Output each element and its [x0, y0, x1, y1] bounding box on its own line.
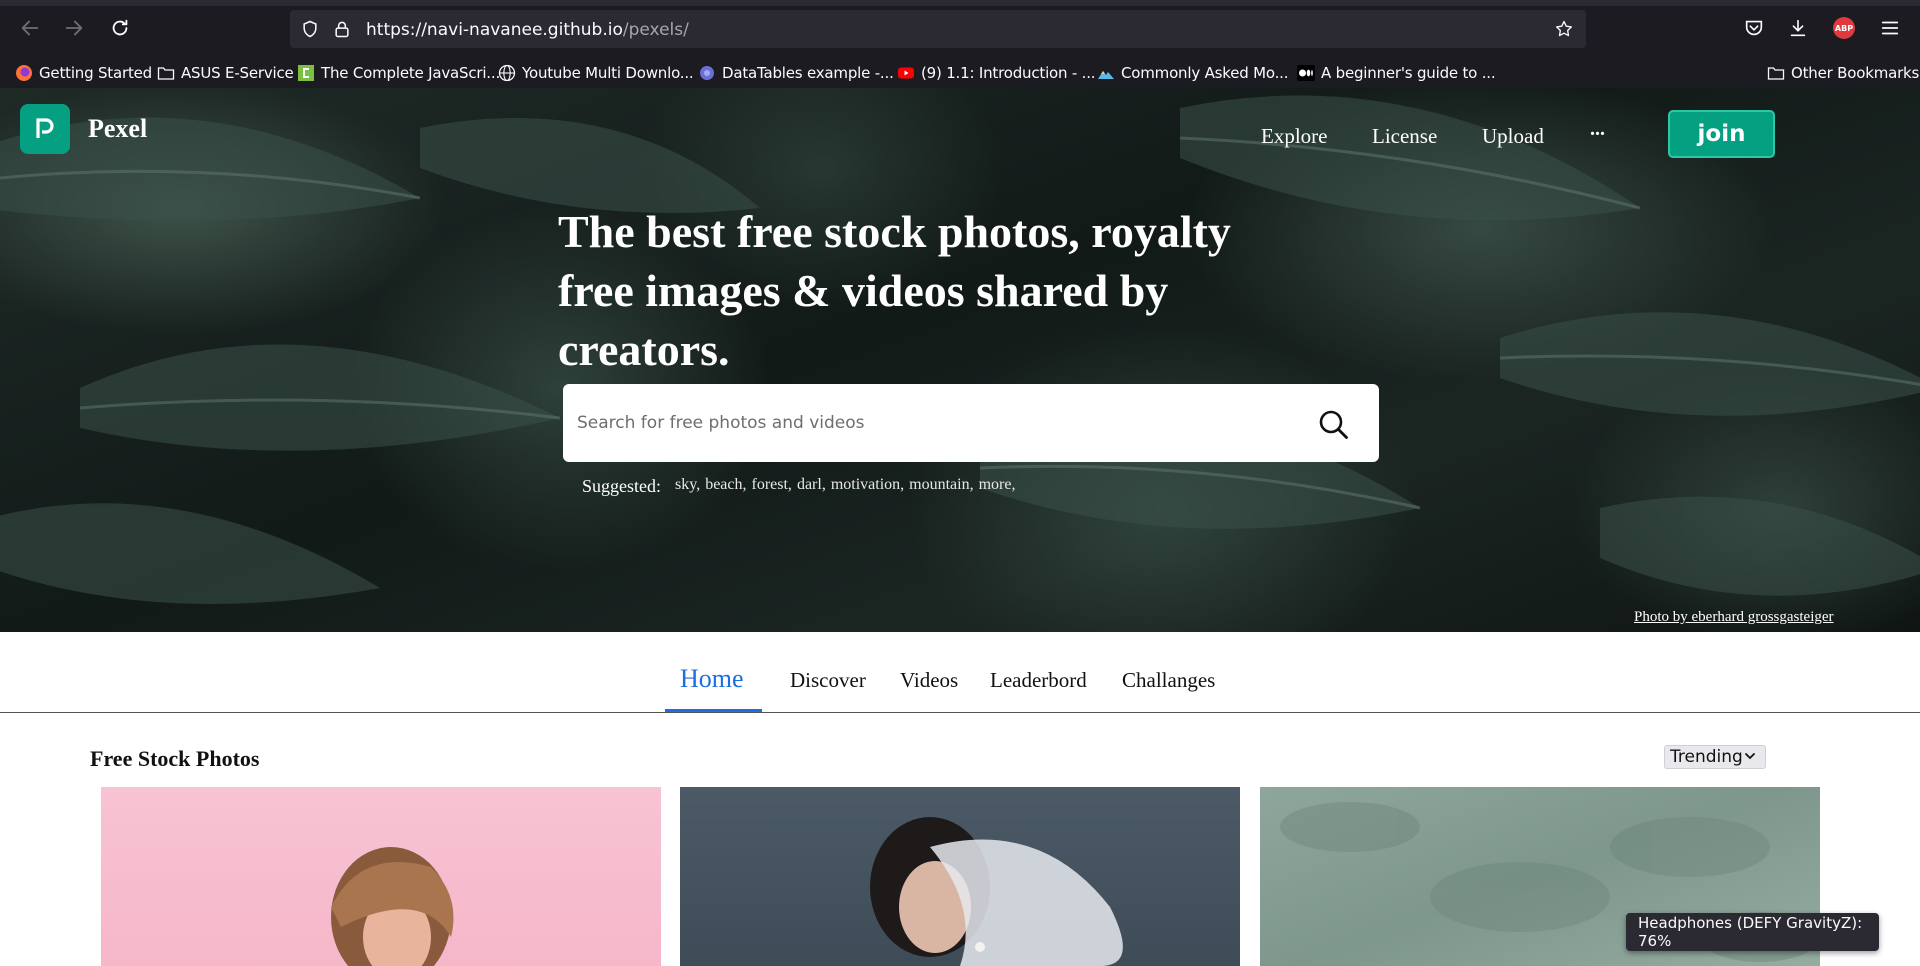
tab-discover[interactable]: Discover: [790, 668, 866, 693]
photo-woman-pink: [331, 847, 454, 966]
nav-more-button[interactable]: ...: [1590, 118, 1605, 141]
suggestion-more[interactable]: more,: [979, 476, 1016, 494]
photo-card[interactable]: [101, 787, 661, 966]
bookmark-datatables[interactable]: DataTables example -...: [698, 61, 894, 85]
brand-name[interactable]: Pexel: [88, 114, 147, 144]
menu-button[interactable]: [1878, 16, 1902, 40]
youtube-icon: [898, 67, 914, 79]
bookmark-beginners-guide[interactable]: A beginner's guide to ...: [1297, 61, 1496, 85]
abp-icon: ABP: [1833, 17, 1855, 39]
join-button[interactable]: join: [1668, 110, 1775, 158]
globe-icon: [498, 64, 516, 82]
suggestion-sky[interactable]: sky,: [675, 476, 700, 494]
reload-button[interactable]: [104, 12, 136, 44]
hero-headline: The best free stock photos, royalty free…: [558, 206, 1231, 375]
url-path: /pexels/: [622, 20, 689, 40]
section-title: Free Stock Photos: [90, 746, 260, 771]
folder-icon: [1767, 67, 1785, 80]
chevron-down-icon: [1745, 753, 1755, 760]
suggestion-motivation[interactable]: motivation,: [831, 476, 904, 494]
suggestion-list: sky, beach, forest, darl, motivation, mo…: [675, 476, 1015, 494]
bookmark-introduction[interactable]: (9) 1.1: Introduction - ...: [897, 61, 1096, 85]
sort-selected-value: Trending: [1670, 747, 1743, 767]
search-icon[interactable]: [1316, 407, 1352, 443]
bookmark-label: ASUS E-Service: [181, 64, 294, 82]
hamburger-icon: [1881, 21, 1899, 35]
pocket-button[interactable]: [1742, 16, 1766, 40]
downloads-button[interactable]: [1786, 16, 1810, 40]
bookmark-commonly-asked[interactable]: Commonly Asked Mo...: [1097, 61, 1288, 85]
adblock-button[interactable]: ABP: [1832, 16, 1856, 40]
pexel-logo-icon: [36, 118, 54, 138]
download-icon: [1790, 19, 1806, 37]
star-icon[interactable]: [1554, 19, 1574, 39]
suggested-label: Suggested:: [582, 476, 661, 496]
tab-strip-edge: [0, 0, 1920, 6]
nav-license[interactable]: License: [1372, 124, 1437, 149]
bookmark-label: DataTables example -...: [722, 64, 894, 82]
browser-chrome: https://navi-navanee.github.io/pexels/ A…: [0, 0, 1920, 88]
suggestion-forest[interactable]: forest,: [752, 476, 792, 494]
bookmark-label: Commonly Asked Mo...: [1121, 64, 1289, 82]
arrow-left-icon: [21, 20, 39, 36]
bookmark-label: Getting Started: [39, 64, 152, 82]
back-button[interactable]: [14, 12, 46, 44]
search-bar: [563, 384, 1379, 462]
nav-upload[interactable]: Upload: [1482, 124, 1544, 149]
other-bookmarks-label: Other Bookmarks: [1791, 64, 1920, 82]
tab-challanges[interactable]: Challanges: [1122, 668, 1215, 693]
address-bar[interactable]: https://navi-navanee.github.io/pexels/: [290, 10, 1586, 48]
hero-section: Pexel Explore License Upload ... join Th…: [0, 88, 1920, 632]
url-text[interactable]: https://navi-navanee.github.io/pexels/: [366, 20, 689, 40]
url-host: https://navi-navanee.github.io: [366, 20, 623, 40]
tab-leaderbord[interactable]: Leaderbord: [990, 668, 1087, 693]
active-tab-indicator: [665, 709, 762, 712]
category-tabs: Home Discover Videos Leaderbord Challang…: [0, 632, 1920, 713]
bookmark-label: Youtube Multi Downlo...: [522, 64, 694, 82]
sort-select[interactable]: Trending: [1664, 745, 1766, 769]
bookmark-label: The Complete JavaScri...: [321, 64, 501, 82]
pocket-icon: [1745, 20, 1763, 36]
bookmark-youtube-downloader[interactable]: Youtube Multi Downlo...: [498, 61, 694, 85]
reload-icon: [112, 19, 128, 36]
lock-icon[interactable]: [332, 19, 352, 39]
nav-explore[interactable]: Explore: [1261, 124, 1327, 149]
mountain-icon: [1098, 71, 1114, 79]
forward-button[interactable]: [58, 12, 90, 44]
shield-icon[interactable]: [300, 19, 320, 39]
green-bookmark-icon: [298, 65, 314, 81]
folder-icon: [157, 67, 175, 80]
bookmarks-toolbar: Getting Started ASUS E-Service The Compl…: [0, 58, 1920, 88]
pexel-logo[interactable]: [20, 104, 70, 154]
suggestion-beach[interactable]: beach,: [705, 476, 746, 494]
volume-notification: Headphones (DEFY GravityZ): 76%: [1626, 913, 1879, 951]
medium-icon: [1297, 65, 1315, 81]
photo-credit-link[interactable]: Photo by eberhard grossgasteiger: [1634, 609, 1834, 626]
datatables-icon: [700, 66, 714, 80]
bookmark-asus[interactable]: ASUS E-Service: [157, 61, 294, 85]
arrow-right-icon: [65, 20, 83, 36]
firefox-icon: [16, 65, 32, 81]
tab-home[interactable]: Home: [680, 664, 744, 694]
photo-bride-veil: [870, 817, 1123, 966]
bookmark-label: A beginner's guide to ...: [1321, 64, 1496, 82]
bookmark-label: (9) 1.1: Introduction - ...: [921, 64, 1096, 82]
photo-card[interactable]: [680, 787, 1240, 966]
suggestion-darl[interactable]: darl,: [797, 476, 826, 494]
tab-videos[interactable]: Videos: [900, 668, 958, 693]
bookmark-getting-started[interactable]: Getting Started: [15, 61, 152, 85]
other-bookmarks[interactable]: Other Bookmarks: [1767, 61, 1919, 85]
bookmark-javascript[interactable]: The Complete JavaScri...: [297, 61, 500, 85]
suggestion-mountain[interactable]: mountain,: [909, 476, 973, 494]
search-input[interactable]: [577, 404, 1277, 442]
